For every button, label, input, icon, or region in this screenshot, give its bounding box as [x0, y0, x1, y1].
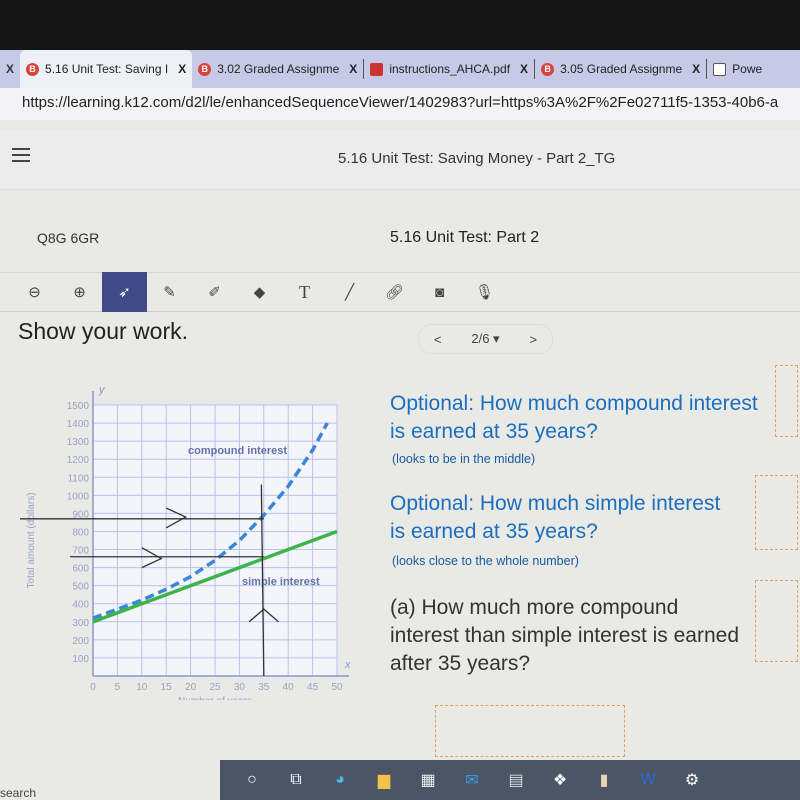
question-id: Q8G 6GR — [37, 230, 100, 246]
file-explorer-icon[interactable]: ▆ — [362, 760, 406, 800]
document-icon — [713, 62, 727, 76]
tab-label: 5.16 Unit Test: Saving I — [45, 62, 169, 76]
pdf-icon — [370, 62, 384, 76]
question-a: (a) How much more compound interest than… — [390, 596, 740, 675]
tab-label: instructions_AHCA.pdf — [389, 62, 511, 76]
x-tick-label: 30 — [234, 682, 246, 693]
x-tick-label: 25 — [209, 682, 221, 693]
answer-box[interactable] — [755, 580, 798, 662]
y-tick-label: 700 — [72, 546, 89, 557]
y-axis-letter: y — [98, 384, 106, 396]
close-tab-icon[interactable]: X — [349, 62, 357, 76]
x-tick-label: 40 — [283, 682, 295, 693]
edge-icon[interactable]: ◕ — [318, 760, 362, 800]
onedrive-folder-icon[interactable]: ▮ — [582, 760, 626, 800]
camera-icon[interactable]: ◙ — [417, 272, 462, 312]
hint-compound: (looks to be in the middle) — [392, 452, 536, 466]
screen-bezel — [0, 0, 800, 50]
close-window-x[interactable]: X — [0, 62, 20, 76]
dropbox-icon[interactable]: ❖ — [538, 760, 582, 800]
answer-box[interactable] — [775, 365, 798, 437]
y-axis-label: Total amount (dollars) — [26, 492, 37, 588]
x-tick-label: 20 — [185, 682, 197, 693]
address-bar[interactable]: https://learning.k12.com/d2l/le/enhanced… — [0, 88, 800, 120]
question-pager: < 2/6 ▾ > — [418, 324, 553, 354]
y-tick-label: 1200 — [67, 455, 90, 466]
y-tick-label: 1400 — [67, 419, 90, 430]
annotation-toolbar: ⊖ ⊕ ➶ ✎ ✐ ◆ T ╱ 🔗︎ ◙ 🎙︎ — [0, 272, 800, 312]
mail-icon[interactable]: ✉ — [450, 760, 494, 800]
interest-chart: yx10020030040050060070080090010001100120… — [20, 384, 351, 700]
tab-label: 3.05 Graded Assignme — [560, 62, 683, 76]
y-tick-label: 500 — [72, 582, 89, 593]
close-tab-icon[interactable]: X — [178, 62, 186, 76]
next-button[interactable]: > — [529, 332, 537, 347]
cortana-icon[interactable]: ○ — [230, 760, 274, 800]
page-select[interactable]: 2/6 ▾ — [471, 331, 499, 347]
tab-bar: X B 5.16 Unit Test: Saving I X B 3.02 Grade… — [0, 50, 800, 88]
tab-power[interactable]: Powe — [707, 50, 768, 88]
store-icon[interactable]: ▦ — [406, 760, 450, 800]
series-label-simple: simple interest — [242, 576, 320, 588]
eraser-icon[interactable]: ◆ — [237, 272, 282, 312]
tab-label: Powe — [732, 62, 763, 76]
amazon-icon[interactable]: ▤ — [494, 760, 538, 800]
answer-box[interactable] — [755, 475, 798, 550]
prev-button[interactable]: < — [434, 332, 442, 347]
y-tick-label: 1100 — [67, 473, 89, 484]
x-tick-label: 10 — [136, 682, 148, 693]
y-tick-label: 200 — [72, 636, 89, 647]
highlighter-icon[interactable]: ✐ — [192, 272, 237, 312]
close-tab-icon[interactable]: X — [520, 62, 528, 76]
hamburger-menu-icon[interactable] — [12, 148, 30, 162]
page-header: 5.16 Unit Test: Saving Money - Part 2_TG — [0, 130, 800, 190]
close-tab-icon[interactable]: X — [692, 62, 700, 76]
series-label-compound: compound interest — [188, 445, 287, 457]
tab-graded-305[interactable]: B 3.05 Graded Assignme X — [535, 50, 706, 88]
tab-unit-test[interactable]: B 5.16 Unit Test: Saving I X — [20, 50, 193, 88]
y-tick-label: 1500 — [67, 401, 90, 412]
x-tick-label: 50 — [331, 682, 343, 693]
x-axis-letter: x — [344, 659, 351, 671]
question-simple: Optional: How much simple interest is ea… — [390, 492, 721, 543]
test-title: 5.16 Unit Test: Part 2 — [390, 229, 540, 246]
microphone-icon[interactable]: 🎙︎ — [462, 272, 507, 312]
taskbar: ○ ⧉ ◕ ▆ ▦ ✉ ▤ ❖ ▮ W ⚙ — [220, 760, 800, 800]
question-compound: Optional: How much compound interest is … — [390, 392, 758, 443]
zoom-out-icon[interactable]: ⊖ — [12, 272, 57, 312]
x-tick-label: 15 — [161, 682, 173, 693]
x-tick-label: 5 — [115, 682, 121, 693]
hint-simple: (looks close to the whole number) — [392, 554, 579, 568]
taskbar-search[interactable]: search — [0, 786, 36, 800]
brightspace-icon: B — [198, 62, 212, 76]
page-title: 5.16 Unit Test: Saving Money - Part 2_TG — [338, 150, 616, 167]
word-icon[interactable]: W — [626, 760, 670, 800]
answer-box[interactable] — [435, 705, 625, 757]
brightspace-icon: B — [26, 62, 40, 76]
y-tick-label: 800 — [72, 527, 89, 538]
task-view-icon[interactable]: ⧉ — [274, 760, 318, 800]
tab-label: 3.02 Graded Assignme — [217, 62, 340, 76]
select-pointer-icon[interactable]: ➶ — [102, 272, 147, 312]
zoom-in-icon[interactable]: ⊕ — [57, 272, 102, 312]
x-tick-label: 45 — [307, 682, 319, 693]
pen-icon[interactable]: ✎ — [147, 272, 192, 312]
y-tick-label: 400 — [72, 600, 89, 611]
x-tick-label: 35 — [258, 682, 270, 693]
x-axis-label: Number of years — [178, 696, 252, 700]
settings-icon[interactable]: ⚙ — [670, 760, 714, 800]
tab-graded-302[interactable]: B 3.02 Graded Assignme X — [192, 50, 363, 88]
y-tick-label: 600 — [72, 564, 89, 575]
x-tick-label: 0 — [90, 682, 96, 693]
brightspace-icon: B — [541, 62, 555, 76]
y-tick-label: 1300 — [67, 437, 90, 448]
tab-instructions-pdf[interactable]: instructions_AHCA.pdf X — [364, 50, 534, 88]
y-tick-label: 1000 — [67, 491, 90, 502]
line-tool-icon[interactable]: ╱ — [327, 272, 372, 312]
y-tick-label: 300 — [72, 618, 89, 629]
y-tick-label: 100 — [72, 654, 89, 665]
link-icon[interactable]: 🔗︎ — [372, 272, 417, 312]
instruction-text: Show your work. — [18, 318, 189, 344]
text-tool-icon[interactable]: T — [282, 272, 327, 312]
